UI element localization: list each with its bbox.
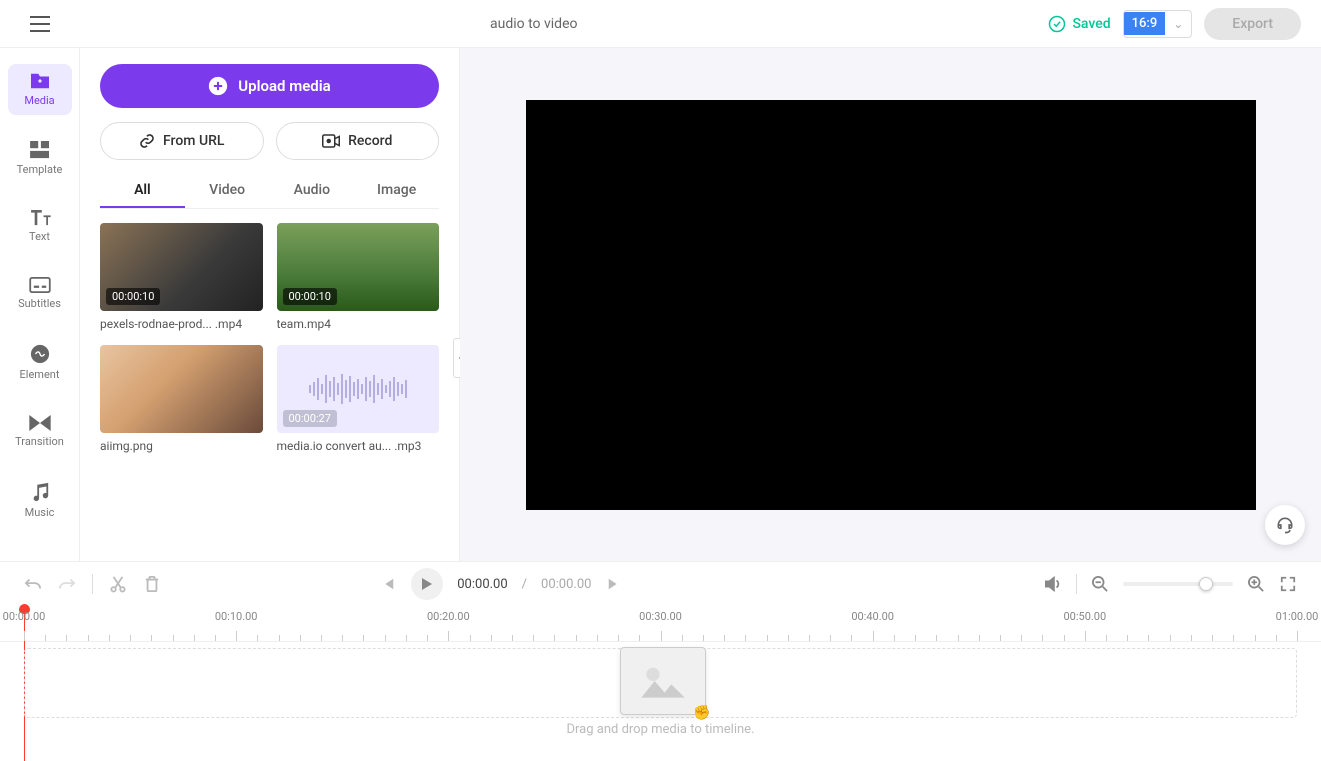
media-thumbnail: 00:00:10 [277,223,440,311]
next-frame-button[interactable] [605,575,623,593]
chevron-down-icon: ⌄ [1165,17,1191,31]
plus-circle-icon [208,76,228,96]
ruler-label: 00:40.00 [851,610,894,623]
play-icon [421,577,433,591]
music-icon [30,482,50,502]
delete-button[interactable] [143,575,161,593]
media-tabs: All Video Audio Image [100,174,439,209]
project-title[interactable]: audio to video [490,16,577,32]
check-circle-icon [1048,15,1066,33]
prev-frame-button[interactable] [379,575,397,593]
video-canvas[interactable] [526,100,1256,510]
left-nav: Media Template Text Subtitles Element Tr… [0,48,80,561]
ruler-label: 00:00.00 [3,610,46,623]
nav-template[interactable]: Template [8,133,72,184]
timeline-drop-zone[interactable]: ✊ [24,648,1297,718]
timeline-ruler[interactable]: 00:00.00 00:10.00 00:20.00 00:30.00 00:40.00… [0,606,1321,642]
ruler-label: 00:10.00 [215,610,258,623]
media-item[interactable]: 00:00:10 team.mp4 [277,223,440,331]
play-button[interactable] [411,568,443,600]
nav-media[interactable]: Media [8,64,72,115]
ruler-label: 01:00.00 [1276,610,1319,623]
nav-subtitles[interactable]: Subtitles [8,269,72,318]
nav-music[interactable]: Music [8,474,72,527]
nav-transition[interactable]: Transition [8,407,72,456]
zoom-in-button[interactable] [1247,575,1265,593]
record-button[interactable]: Record [276,122,440,160]
undo-button[interactable] [24,575,42,593]
media-thumbnail: 00:00:27 [277,345,440,433]
from-url-button[interactable]: From URL [100,122,264,160]
tab-video[interactable]: Video [185,174,270,208]
timeline: 00:00.00 / 00:00.00 00:00.0000:10.0000:2… [0,561,1321,761]
export-button[interactable]: Export [1204,8,1301,40]
fullscreen-button[interactable] [1279,575,1297,593]
transition-icon [29,415,51,431]
media-thumbnail [100,345,263,433]
media-item[interactable]: 00:00:27 media.io convert au... .mp3 [277,345,440,453]
ruler-label: 00:20.00 [427,610,470,623]
text-icon [29,210,51,226]
upload-media-button[interactable]: Upload media [100,64,439,108]
redo-button[interactable] [58,575,76,593]
drop-hint-text: Drag and drop media to timeline. [24,722,1297,737]
media-panel: Upload media From URL Record All Video A… [80,48,460,561]
aspect-ratio-selector[interactable]: 16:9 ⌄ [1123,10,1193,38]
folder-plus-icon [29,72,51,90]
camera-icon [322,134,340,148]
subtitles-icon [29,277,51,293]
nav-text[interactable]: Text [8,202,72,251]
preview-area [460,48,1321,561]
ruler-label: 00:50.00 [1063,610,1106,623]
current-time: 00:00.00 [457,577,507,592]
template-icon [30,141,50,159]
media-item[interactable]: aiimg.png [100,345,263,453]
nav-element[interactable]: Element [8,336,72,389]
saved-status: Saved [1048,15,1110,33]
image-placeholder-icon [638,661,688,701]
element-icon [30,344,50,364]
link-icon [139,133,155,149]
headset-icon [1275,515,1295,535]
ruler-label: 00:30.00 [639,610,682,623]
cut-button[interactable] [109,575,127,593]
media-thumbnail: 00:00:10 [100,223,263,311]
help-button[interactable] [1265,505,1305,545]
volume-button[interactable] [1044,575,1062,593]
zoom-out-button[interactable] [1091,575,1109,593]
menu-button[interactable] [0,16,80,32]
total-time: 00:00.00 [541,577,591,592]
zoom-slider[interactable] [1123,582,1233,586]
media-item[interactable]: 00:00:10 pexels-rodnae-prod... .mp4 [100,223,263,331]
waveform-icon [309,374,407,404]
tab-audio[interactable]: Audio [270,174,355,208]
tab-all[interactable]: All [100,174,185,208]
tab-image[interactable]: Image [354,174,439,208]
grab-cursor-icon: ✊ [693,705,710,721]
